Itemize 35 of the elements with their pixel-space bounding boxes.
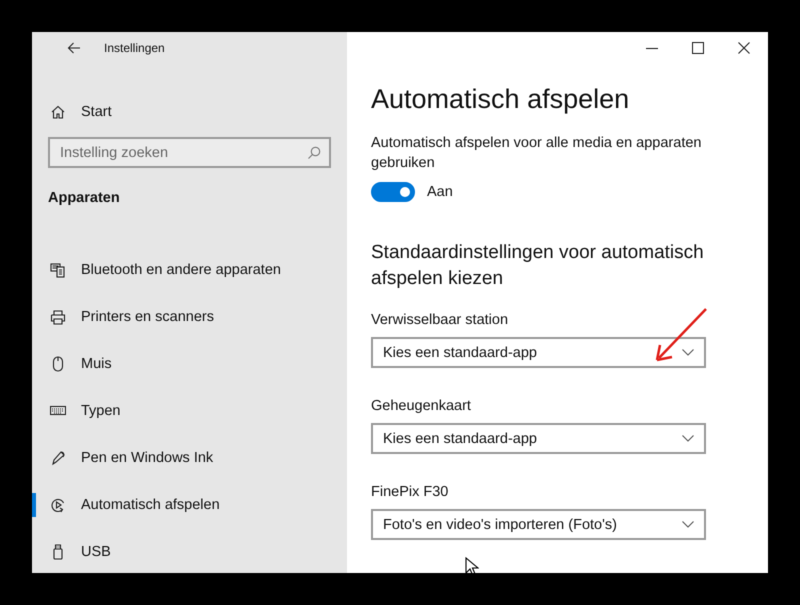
dropdown-label: Verwisselbaar station bbox=[371, 312, 510, 328]
toggle-state-label: Aan bbox=[427, 184, 453, 200]
pen-icon bbox=[50, 450, 66, 466]
home-icon bbox=[50, 104, 66, 120]
printer-icon bbox=[50, 308, 66, 324]
setting-description: Automatisch afspelen voor alle media en apparaten gebruiken bbox=[371, 134, 702, 173]
dropdown[interactable]: Foto's en video's importeren (Foto's) bbox=[371, 509, 706, 540]
mouse-icon bbox=[50, 356, 66, 372]
search-field[interactable]: Instelling zoeken bbox=[48, 137, 331, 168]
sidebar-item[interactable]: Muis bbox=[32, 340, 331, 387]
sidebar-item[interactable]: Bluetooth en andere apparaten bbox=[32, 246, 331, 293]
sidebar-item[interactable]: Typen bbox=[32, 387, 331, 434]
sidebar-item[interactable]: USB bbox=[32, 528, 331, 573]
back-arrow-icon[interactable] bbox=[67, 42, 81, 54]
chevron-down-icon bbox=[682, 521, 694, 528]
page-title: Automatisch afspelen bbox=[371, 84, 630, 115]
chevron-down-icon bbox=[682, 435, 694, 442]
maximize-icon[interactable] bbox=[692, 42, 704, 54]
window-title: Instellingen bbox=[104, 41, 165, 55]
sidebar-item[interactable]: Pen en Windows Ink bbox=[32, 434, 331, 481]
close-icon[interactable] bbox=[738, 42, 750, 54]
section-heading: Apparaten bbox=[48, 189, 121, 208]
dropdown-label: FinePix F30 bbox=[371, 484, 450, 500]
toggle-switch[interactable] bbox=[371, 182, 415, 202]
autoplay-icon bbox=[50, 496, 66, 512]
device-icon bbox=[50, 262, 66, 278]
chevron-down-icon bbox=[682, 349, 694, 356]
home-link[interactable]: Start bbox=[48, 88, 331, 136]
dropdown-label: Geheugenkaart bbox=[371, 398, 472, 414]
sidebar-item[interactable]: Printers en scanners bbox=[32, 293, 331, 340]
section-heading: Standaardinstellingen voor automatisch afspelen kiezen bbox=[371, 241, 705, 291]
dropdown[interactable]: Kies een standaard-app bbox=[371, 423, 706, 454]
arrow-icon bbox=[653, 306, 709, 364]
search-icon bbox=[307, 146, 321, 160]
dropdown[interactable]: Kies een standaard-app bbox=[371, 337, 706, 368]
